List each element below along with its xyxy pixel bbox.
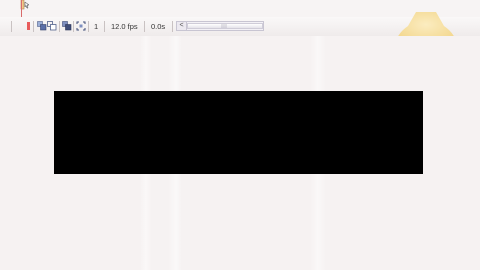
toolbar-separator: [73, 21, 74, 32]
toolbar-separator: [59, 21, 60, 32]
modify-onion-markers-icon[interactable]: [76, 21, 86, 31]
scroll-left-button[interactable]: <: [177, 22, 187, 30]
elapsed-time-readout: 0.0s: [151, 22, 166, 31]
frame-rate-readout[interactable]: 12.0 fps: [111, 21, 138, 32]
toolbar-separator: [172, 21, 173, 32]
toolbar-separator: [104, 21, 105, 32]
edit-multiple-frames-icon[interactable]: [62, 21, 72, 31]
onion-skin-outlines-icon[interactable]: [47, 21, 57, 31]
toolbar-separator: [88, 21, 89, 32]
timeline-horizontal-scrollbar[interactable]: <: [176, 21, 264, 31]
grip-icon: [221, 24, 227, 28]
current-frame-number: 1: [94, 22, 99, 31]
toolbar-separator: [144, 21, 145, 32]
onion-skin-icon[interactable]: [37, 21, 47, 31]
toolbar-separator: [33, 21, 34, 32]
stage-black-rectangle[interactable]: [54, 91, 423, 174]
stage-canvas[interactable]: [0, 36, 480, 270]
scrollbar-thumb[interactable]: [187, 23, 263, 29]
toolbar-separator: [11, 21, 12, 32]
